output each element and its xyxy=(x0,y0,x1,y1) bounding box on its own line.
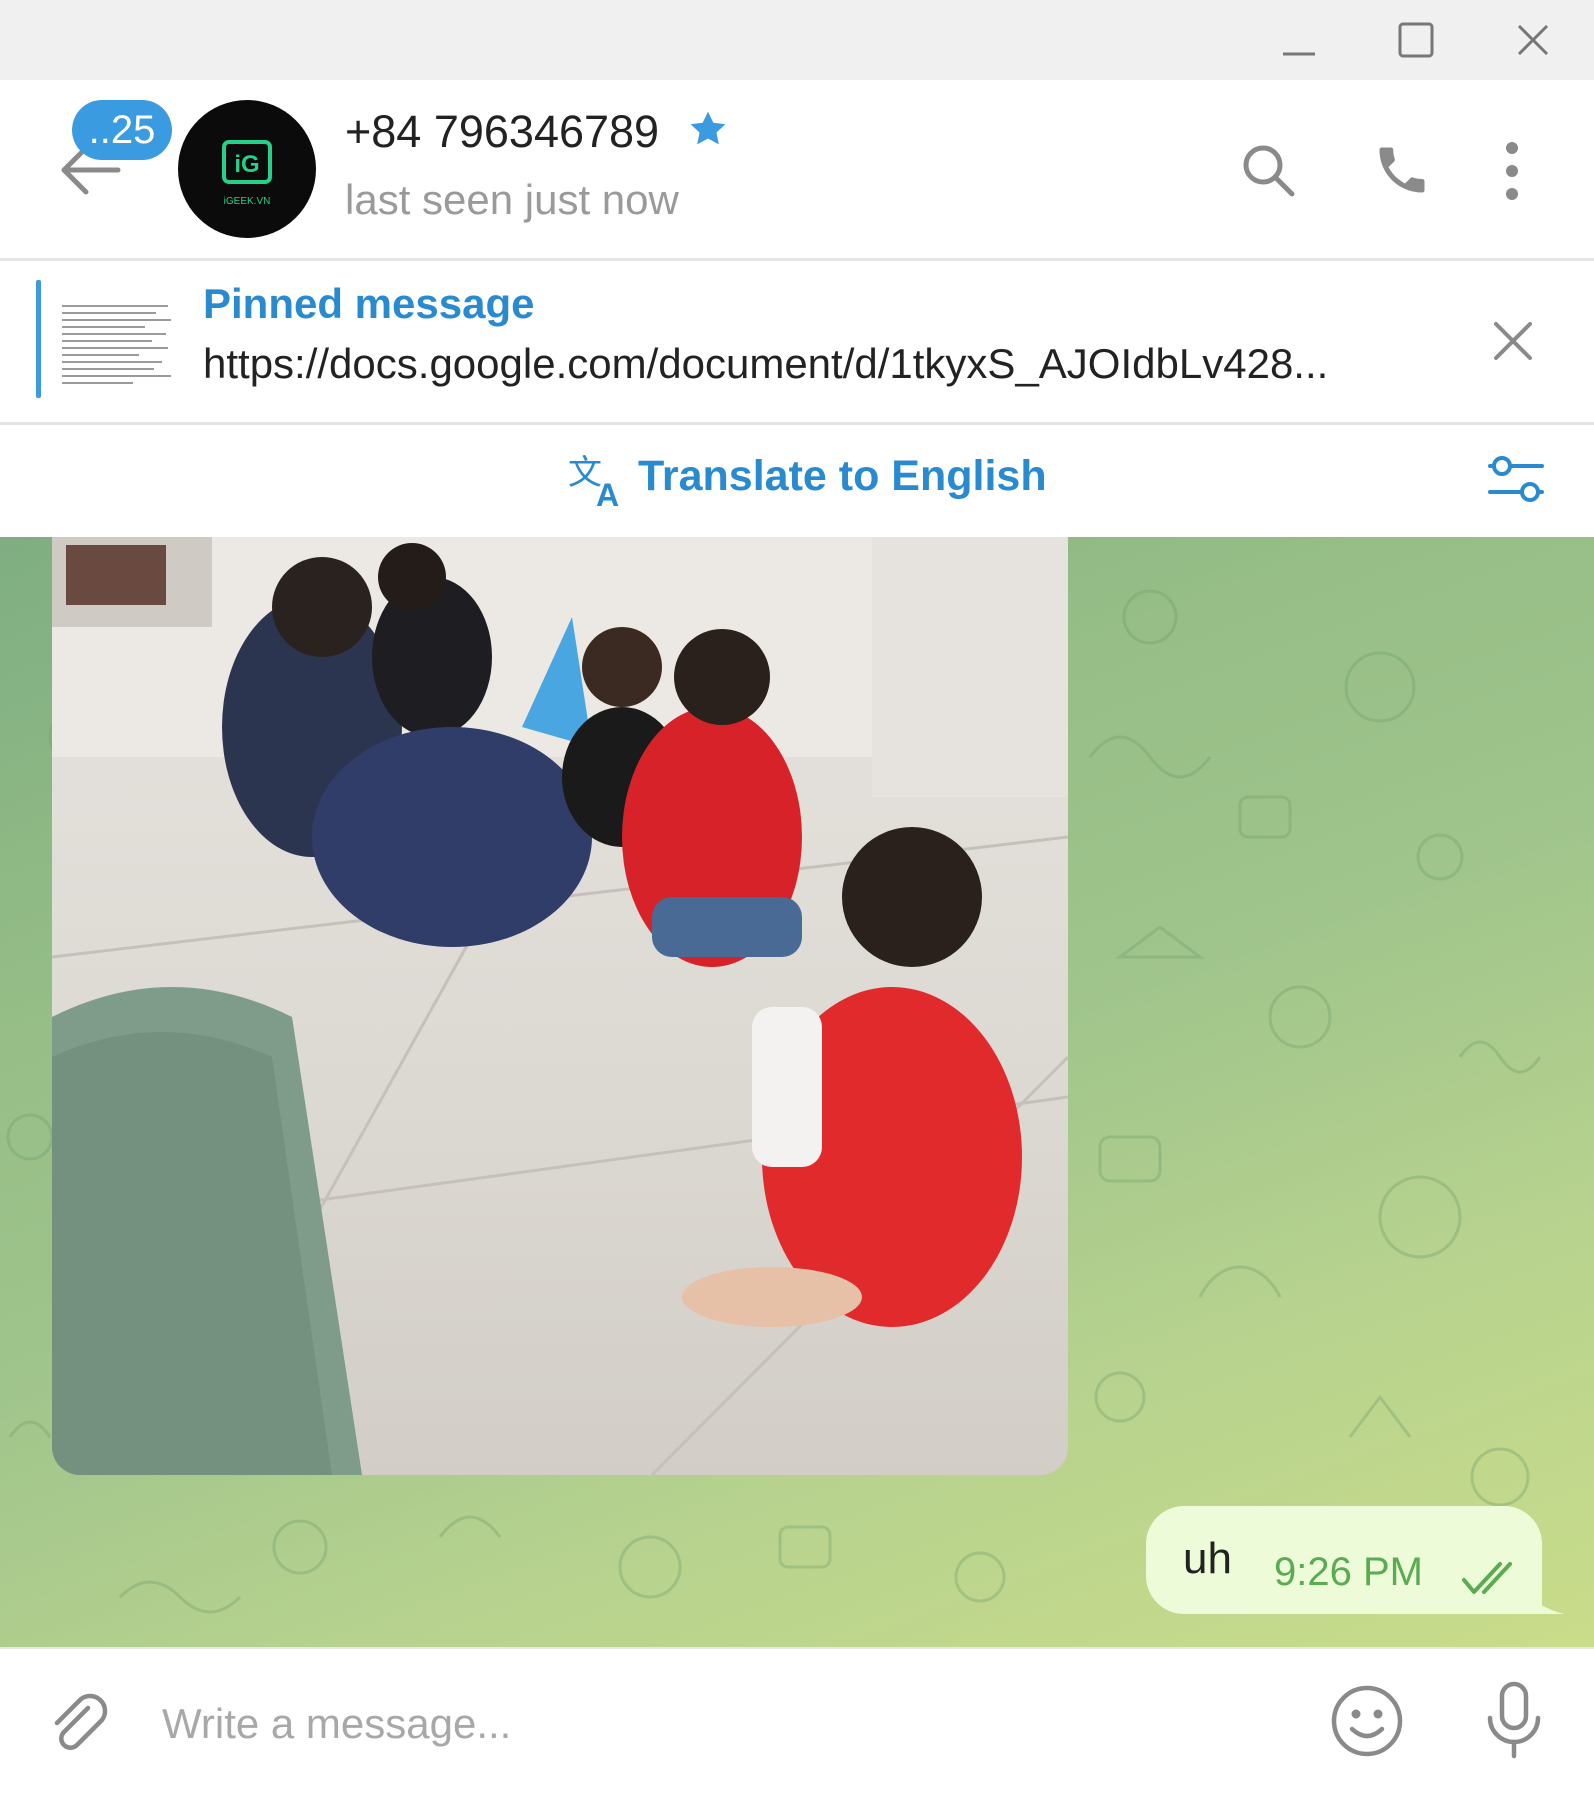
message-text: uh xyxy=(1183,1534,1232,1583)
minimize-icon xyxy=(1283,52,1315,56)
window-titlebar xyxy=(0,0,1594,80)
contact-name-text: +84 796346789 xyxy=(345,106,660,157)
bubble-tail xyxy=(1520,1578,1564,1614)
attach-button[interactable] xyxy=(44,1688,114,1763)
svg-text:iG: iG xyxy=(234,151,259,178)
phone-icon xyxy=(1379,147,1425,193)
message-input[interactable] xyxy=(160,1685,1294,1763)
translate-button[interactable]: Translate to English xyxy=(638,452,1047,501)
search-button[interactable] xyxy=(1238,140,1298,205)
more-vertical-icon xyxy=(1506,142,1518,200)
paperclip-icon xyxy=(54,1693,108,1750)
svg-text:A: A xyxy=(596,477,619,508)
pinned-document-thumbnail xyxy=(58,300,176,396)
emoji-button[interactable] xyxy=(1330,1684,1404,1763)
svg-text:iGEEK.VN: iGEEK.VN xyxy=(224,196,271,207)
translate-settings-button[interactable] xyxy=(1486,452,1546,511)
call-button[interactable] xyxy=(1372,140,1432,205)
pinned-text: https://docs.google.com/document/d/1tkyx… xyxy=(203,340,1329,387)
sliders-icon xyxy=(1488,456,1544,502)
translate-icon-wrapper[interactable]: 文 A xyxy=(566,450,630,513)
double-check-icon xyxy=(1462,1562,1512,1594)
message-time: 9:26 PM xyxy=(1274,1550,1423,1594)
maximize-icon xyxy=(1398,22,1434,58)
photo-message[interactable] xyxy=(52,537,1068,1475)
star-icon xyxy=(690,111,726,145)
close-icon xyxy=(1517,24,1549,56)
maximize-button[interactable] xyxy=(1371,8,1461,72)
voice-message-button[interactable] xyxy=(1482,1680,1546,1767)
microphone-icon xyxy=(1487,1681,1541,1759)
last-seen-status: last seen just now xyxy=(345,176,679,223)
close-icon xyxy=(1494,322,1532,360)
close-pinned-button[interactable] xyxy=(1488,316,1538,371)
igeek-logo: iG iGEEK.VN xyxy=(222,140,272,207)
avatar[interactable]: iG iGEEK.VN xyxy=(178,100,316,238)
search-icon xyxy=(1243,145,1295,197)
translate-icon: 文 A xyxy=(568,453,619,513)
minimize-button[interactable] xyxy=(1254,8,1344,72)
unread-count-badge: ..25 xyxy=(72,100,172,160)
party-photo xyxy=(52,537,1068,1475)
close-window-button[interactable] xyxy=(1488,8,1578,72)
contact-name[interactable]: +84 796346789 xyxy=(345,106,730,158)
pinned-title: Pinned message xyxy=(203,280,535,327)
pinned-accent-line xyxy=(36,280,41,398)
more-options-button[interactable] xyxy=(1492,136,1532,211)
emoji-icon xyxy=(1331,1685,1403,1757)
